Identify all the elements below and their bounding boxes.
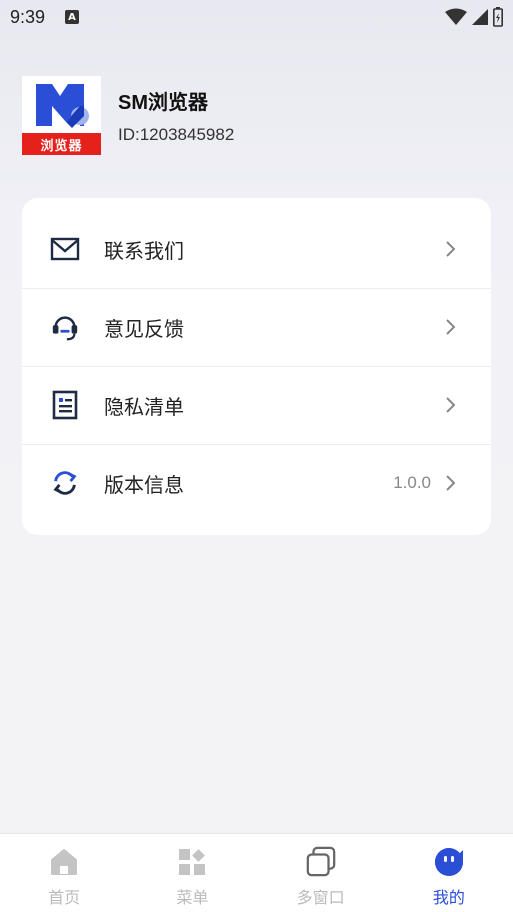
menu-item-contact[interactable]: 联系我们 [22,210,491,288]
wifi-icon [445,8,467,25]
menu-item-version-info[interactable]: 版本信息 1.0.0 [22,444,491,522]
notification-a-icon: A [65,10,80,24]
menu-item-privacy-list[interactable]: 隐私清单 [22,366,491,444]
tab-label: 我的 [432,888,465,907]
windows-icon [305,846,337,878]
logo-label: 浏览器 [22,133,101,155]
profile-header: 浏览器 SM浏览器 ID:1203845982 [22,76,234,155]
tab-mine[interactable]: 我的 [385,834,513,912]
app-name: SM浏览器 [118,92,208,114]
app-id: ID:1203845982 [118,125,235,144]
settings-card: 联系我们 意见反馈 隐私清单 版本信息 1.0.0 [22,198,491,535]
menu-label: 联系我们 [104,238,184,263]
menu-label: 意见反馈 [104,316,184,341]
status-time: 9:39 [10,6,46,27]
tab-label: 多窗口 [296,888,345,907]
tab-label: 菜单 [176,888,209,907]
mail-icon [50,234,80,264]
profile-face-icon [433,846,465,878]
refresh-icon [50,468,80,498]
m-logo-icon [36,84,89,128]
home-icon [48,846,80,878]
tab-menu[interactable]: 菜单 [128,834,256,912]
menu-label: 隐私清单 [104,394,184,419]
status-bar: 9:39 A [0,0,513,34]
chevron-right-icon [446,397,456,413]
headset-icon [50,312,80,342]
chevron-right-icon [446,475,456,491]
tab-multi-window[interactable]: 多窗口 [257,834,385,912]
tab-label: 首页 [48,888,81,907]
chevron-right-icon [446,319,456,335]
version-value: 1.0.0 [393,473,431,492]
app-logo: 浏览器 [22,76,101,155]
status-icons [445,7,503,27]
document-icon [50,390,80,420]
tab-home[interactable]: 首页 [0,834,128,912]
menu-label: 版本信息 [104,472,184,497]
grid-icon [176,846,208,878]
battery-icon [493,7,503,27]
bottom-tab-bar: 首页 菜单 多窗口 我的 [0,833,513,912]
signal-icon [472,9,488,25]
menu-item-feedback[interactable]: 意见反馈 [22,288,491,366]
chevron-right-icon [446,241,456,257]
